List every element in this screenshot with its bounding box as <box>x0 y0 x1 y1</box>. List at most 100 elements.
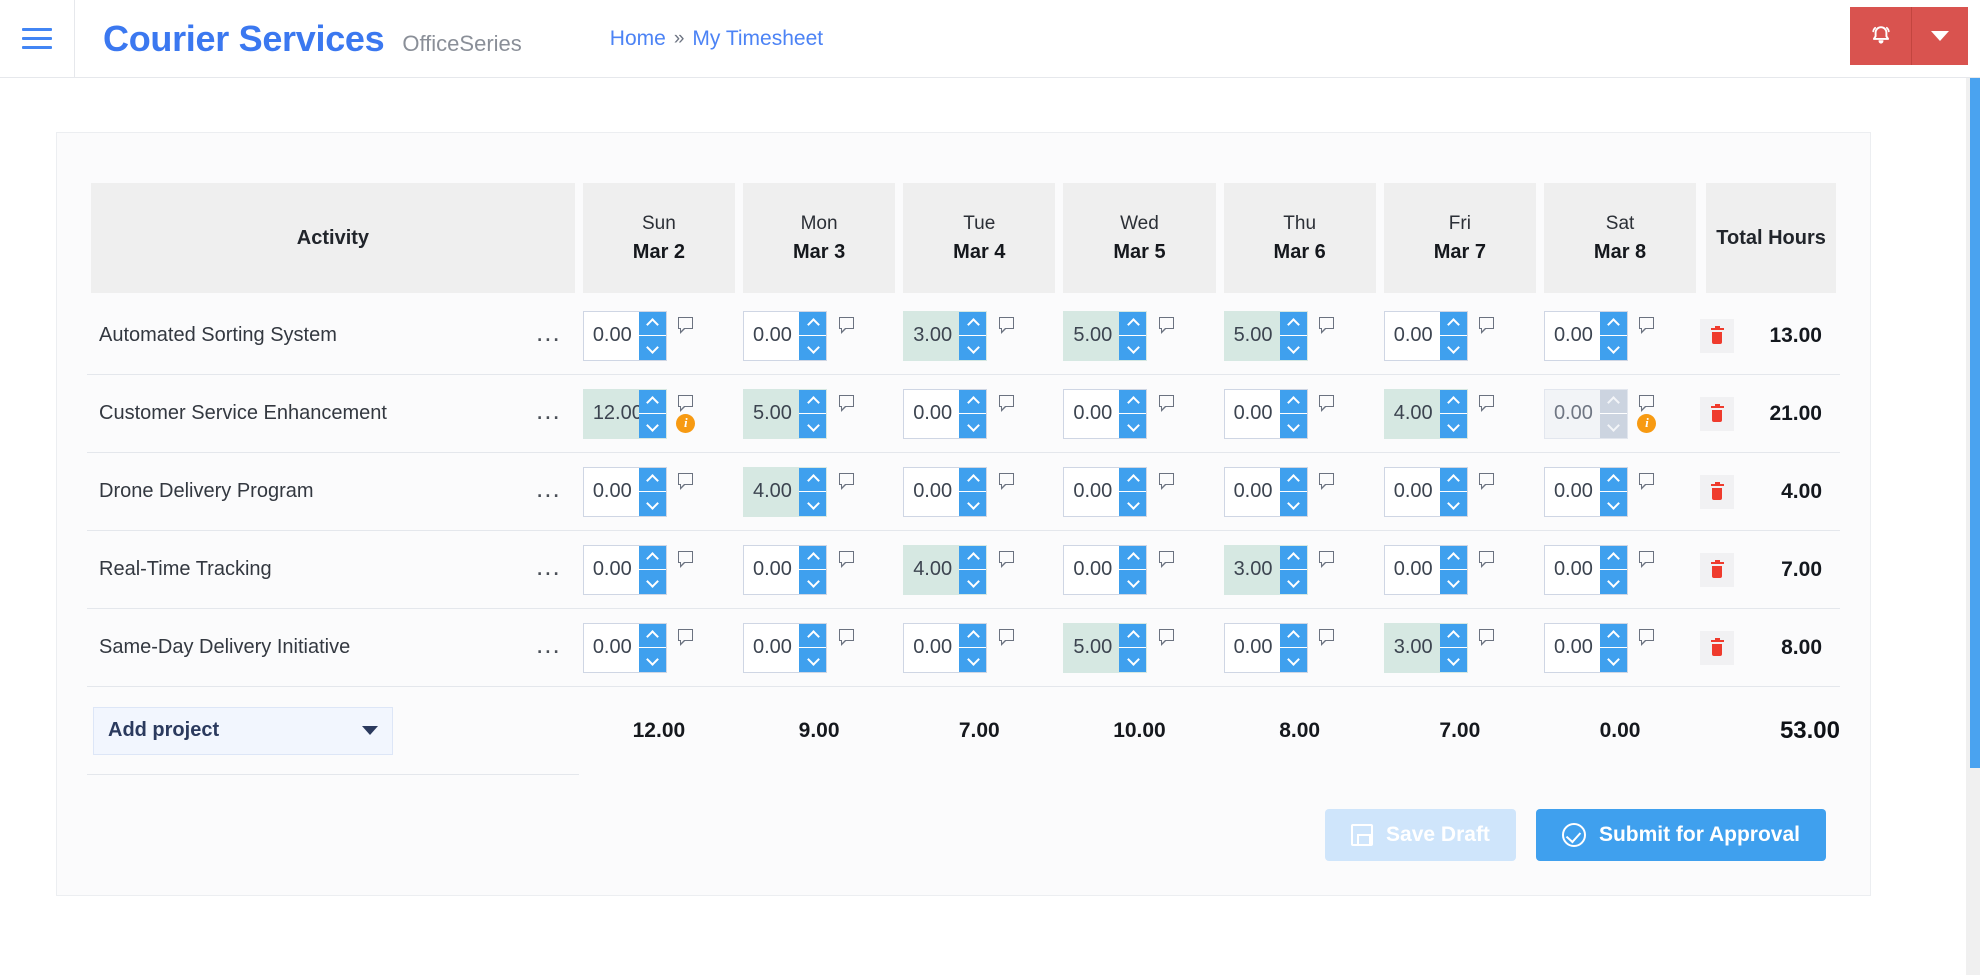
hour-increment-button-r2-d0[interactable] <box>638 467 666 491</box>
comment-icon[interactable] <box>1158 316 1174 334</box>
comment-icon[interactable] <box>678 316 694 334</box>
hour-input-r2-d3[interactable] <box>1064 467 1120 516</box>
hour-input-r2-d6[interactable] <box>1544 467 1600 516</box>
hour-input-r0-d2[interactable] <box>904 311 960 360</box>
hour-spinner-r1-d3[interactable] <box>1063 388 1148 439</box>
hour-input-r4-d1[interactable] <box>744 623 799 672</box>
hour-increment-button-r1-d0[interactable] <box>638 389 666 413</box>
hour-spinner-r1-d0[interactable] <box>582 388 667 439</box>
hour-decrement-button-r3-d5[interactable] <box>1439 569 1467 594</box>
hour-increment-button-r4-d5[interactable] <box>1439 623 1467 647</box>
hour-input-r4-d4[interactable] <box>1224 623 1280 672</box>
hour-input-r1-d3[interactable] <box>1064 389 1120 438</box>
hour-input-r3-d4[interactable] <box>1224 545 1280 594</box>
hour-decrement-button-r1-d3[interactable] <box>1119 413 1147 438</box>
comment-icon[interactable] <box>1158 550 1174 568</box>
hour-spinner-r1-d5[interactable] <box>1383 388 1468 439</box>
hour-increment-button-r0-d3[interactable] <box>1119 311 1147 335</box>
hour-spinner-r2-d2[interactable] <box>903 466 988 517</box>
hour-decrement-button-r2-d5[interactable] <box>1439 491 1467 516</box>
hour-increment-button-r4-d3[interactable] <box>1119 623 1147 647</box>
hamburger-menu-icon[interactable] <box>0 0 74 78</box>
hour-spinner-r4-d2[interactable] <box>903 622 988 673</box>
hour-spinner-r0-d0[interactable] <box>582 310 667 361</box>
comment-icon[interactable] <box>998 628 1014 646</box>
hour-decrement-button-r2-d6[interactable] <box>1599 491 1627 516</box>
comment-icon[interactable] <box>1639 628 1655 646</box>
page-scrollbar-thumb[interactable] <box>1970 78 1980 768</box>
delete-row-button-4[interactable] <box>1700 630 1735 665</box>
hour-spinner-r1-d1[interactable] <box>743 388 827 439</box>
comment-icon[interactable] <box>1479 316 1495 334</box>
hour-spinner-r2-d5[interactable] <box>1383 466 1468 517</box>
hour-spinner-r1-d4[interactable] <box>1223 388 1308 439</box>
hour-increment-button-r3-d6[interactable] <box>1599 545 1627 569</box>
hour-input-r1-d5[interactable] <box>1384 389 1440 438</box>
comment-icon[interactable] <box>1319 316 1335 334</box>
hour-increment-button-r1-d1[interactable] <box>799 389 826 413</box>
hour-decrement-button-r0-d0[interactable] <box>638 335 666 360</box>
hour-input-r3-d6[interactable] <box>1544 545 1600 594</box>
comment-icon[interactable] <box>1479 394 1495 412</box>
hour-spinner-r3-d6[interactable] <box>1543 544 1628 595</box>
comment-icon[interactable] <box>1319 628 1335 646</box>
comment-icon[interactable] <box>838 550 854 568</box>
comment-icon[interactable] <box>838 394 854 412</box>
hour-decrement-button-r0-d4[interactable] <box>1279 335 1307 360</box>
hour-decrement-button-r0-d3[interactable] <box>1119 335 1147 360</box>
delete-row-button-3[interactable] <box>1700 552 1735 587</box>
hour-increment-button-r3-d4[interactable] <box>1279 545 1307 569</box>
hour-input-r3-d5[interactable] <box>1384 545 1440 594</box>
hour-spinner-r4-d4[interactable] <box>1223 622 1308 673</box>
hour-input-r0-d4[interactable] <box>1224 311 1280 360</box>
hour-increment-button-r0-d5[interactable] <box>1439 311 1467 335</box>
hour-decrement-button-r3-d0[interactable] <box>638 569 666 594</box>
hour-spinner-r0-d2[interactable] <box>903 310 988 361</box>
notification-bell-button[interactable] <box>1850 7 1912 65</box>
hour-spinner-r3-d4[interactable] <box>1223 544 1308 595</box>
hour-spinner-r3-d0[interactable] <box>582 544 667 595</box>
hour-input-r2-d2[interactable] <box>904 467 960 516</box>
hour-decrement-button-r1-d4[interactable] <box>1279 413 1307 438</box>
comment-icon[interactable] <box>678 550 694 568</box>
hour-spinner-r4-d3[interactable] <box>1063 622 1148 673</box>
hour-increment-button-r0-d4[interactable] <box>1279 311 1307 335</box>
comment-icon[interactable] <box>1639 550 1655 568</box>
hour-increment-button-r4-d6[interactable] <box>1599 623 1627 647</box>
hour-decrement-button-r0-d5[interactable] <box>1439 335 1467 360</box>
hour-spinner-r2-d0[interactable] <box>582 466 667 517</box>
comment-icon[interactable] <box>1319 394 1335 412</box>
hour-spinner-r0-d5[interactable] <box>1383 310 1468 361</box>
hour-decrement-button-r1-d5[interactable] <box>1439 413 1467 438</box>
comment-icon[interactable] <box>838 316 854 334</box>
hour-increment-button-r1-d2[interactable] <box>959 389 987 413</box>
hour-increment-button-r4-d2[interactable] <box>959 623 987 647</box>
comment-icon[interactable] <box>1158 472 1174 490</box>
hour-decrement-button-r1-d1[interactable] <box>799 413 826 438</box>
hour-decrement-button-r2-d0[interactable] <box>638 491 666 516</box>
hour-spinner-r2-d1[interactable] <box>743 466 827 517</box>
hour-input-r0-d5[interactable] <box>1384 311 1440 360</box>
hour-decrement-button-r3-d1[interactable] <box>799 569 826 594</box>
comment-icon[interactable] <box>1158 628 1174 646</box>
hour-input-r2-d1[interactable] <box>744 467 799 516</box>
activity-row-menu-button[interactable]: … <box>535 631 563 657</box>
comment-icon[interactable] <box>838 472 854 490</box>
comment-icon[interactable] <box>1479 472 1495 490</box>
comment-icon[interactable] <box>1158 394 1174 412</box>
comment-icon[interactable] <box>998 394 1014 412</box>
hour-input-r0-d6[interactable] <box>1544 311 1600 360</box>
hour-increment-button-r2-d2[interactable] <box>959 467 987 491</box>
hour-input-r0-d3[interactable] <box>1064 311 1120 360</box>
info-badge-icon[interactable]: i <box>676 413 696 433</box>
info-badge-icon[interactable]: i <box>1637 413 1657 433</box>
hour-input-r2-d4[interactable] <box>1224 467 1280 516</box>
hour-input-r3-d1[interactable] <box>744 545 799 594</box>
hour-increment-button-r0-d2[interactable] <box>959 311 987 335</box>
hour-input-r3-d0[interactable] <box>583 545 639 594</box>
hour-increment-button-r2-d5[interactable] <box>1439 467 1467 491</box>
hour-increment-button-r2-d4[interactable] <box>1279 467 1307 491</box>
hour-decrement-button-r2-d1[interactable] <box>799 491 826 516</box>
hour-input-r4-d5[interactable] <box>1384 623 1440 672</box>
hour-spinner-r4-d5[interactable] <box>1383 622 1468 673</box>
